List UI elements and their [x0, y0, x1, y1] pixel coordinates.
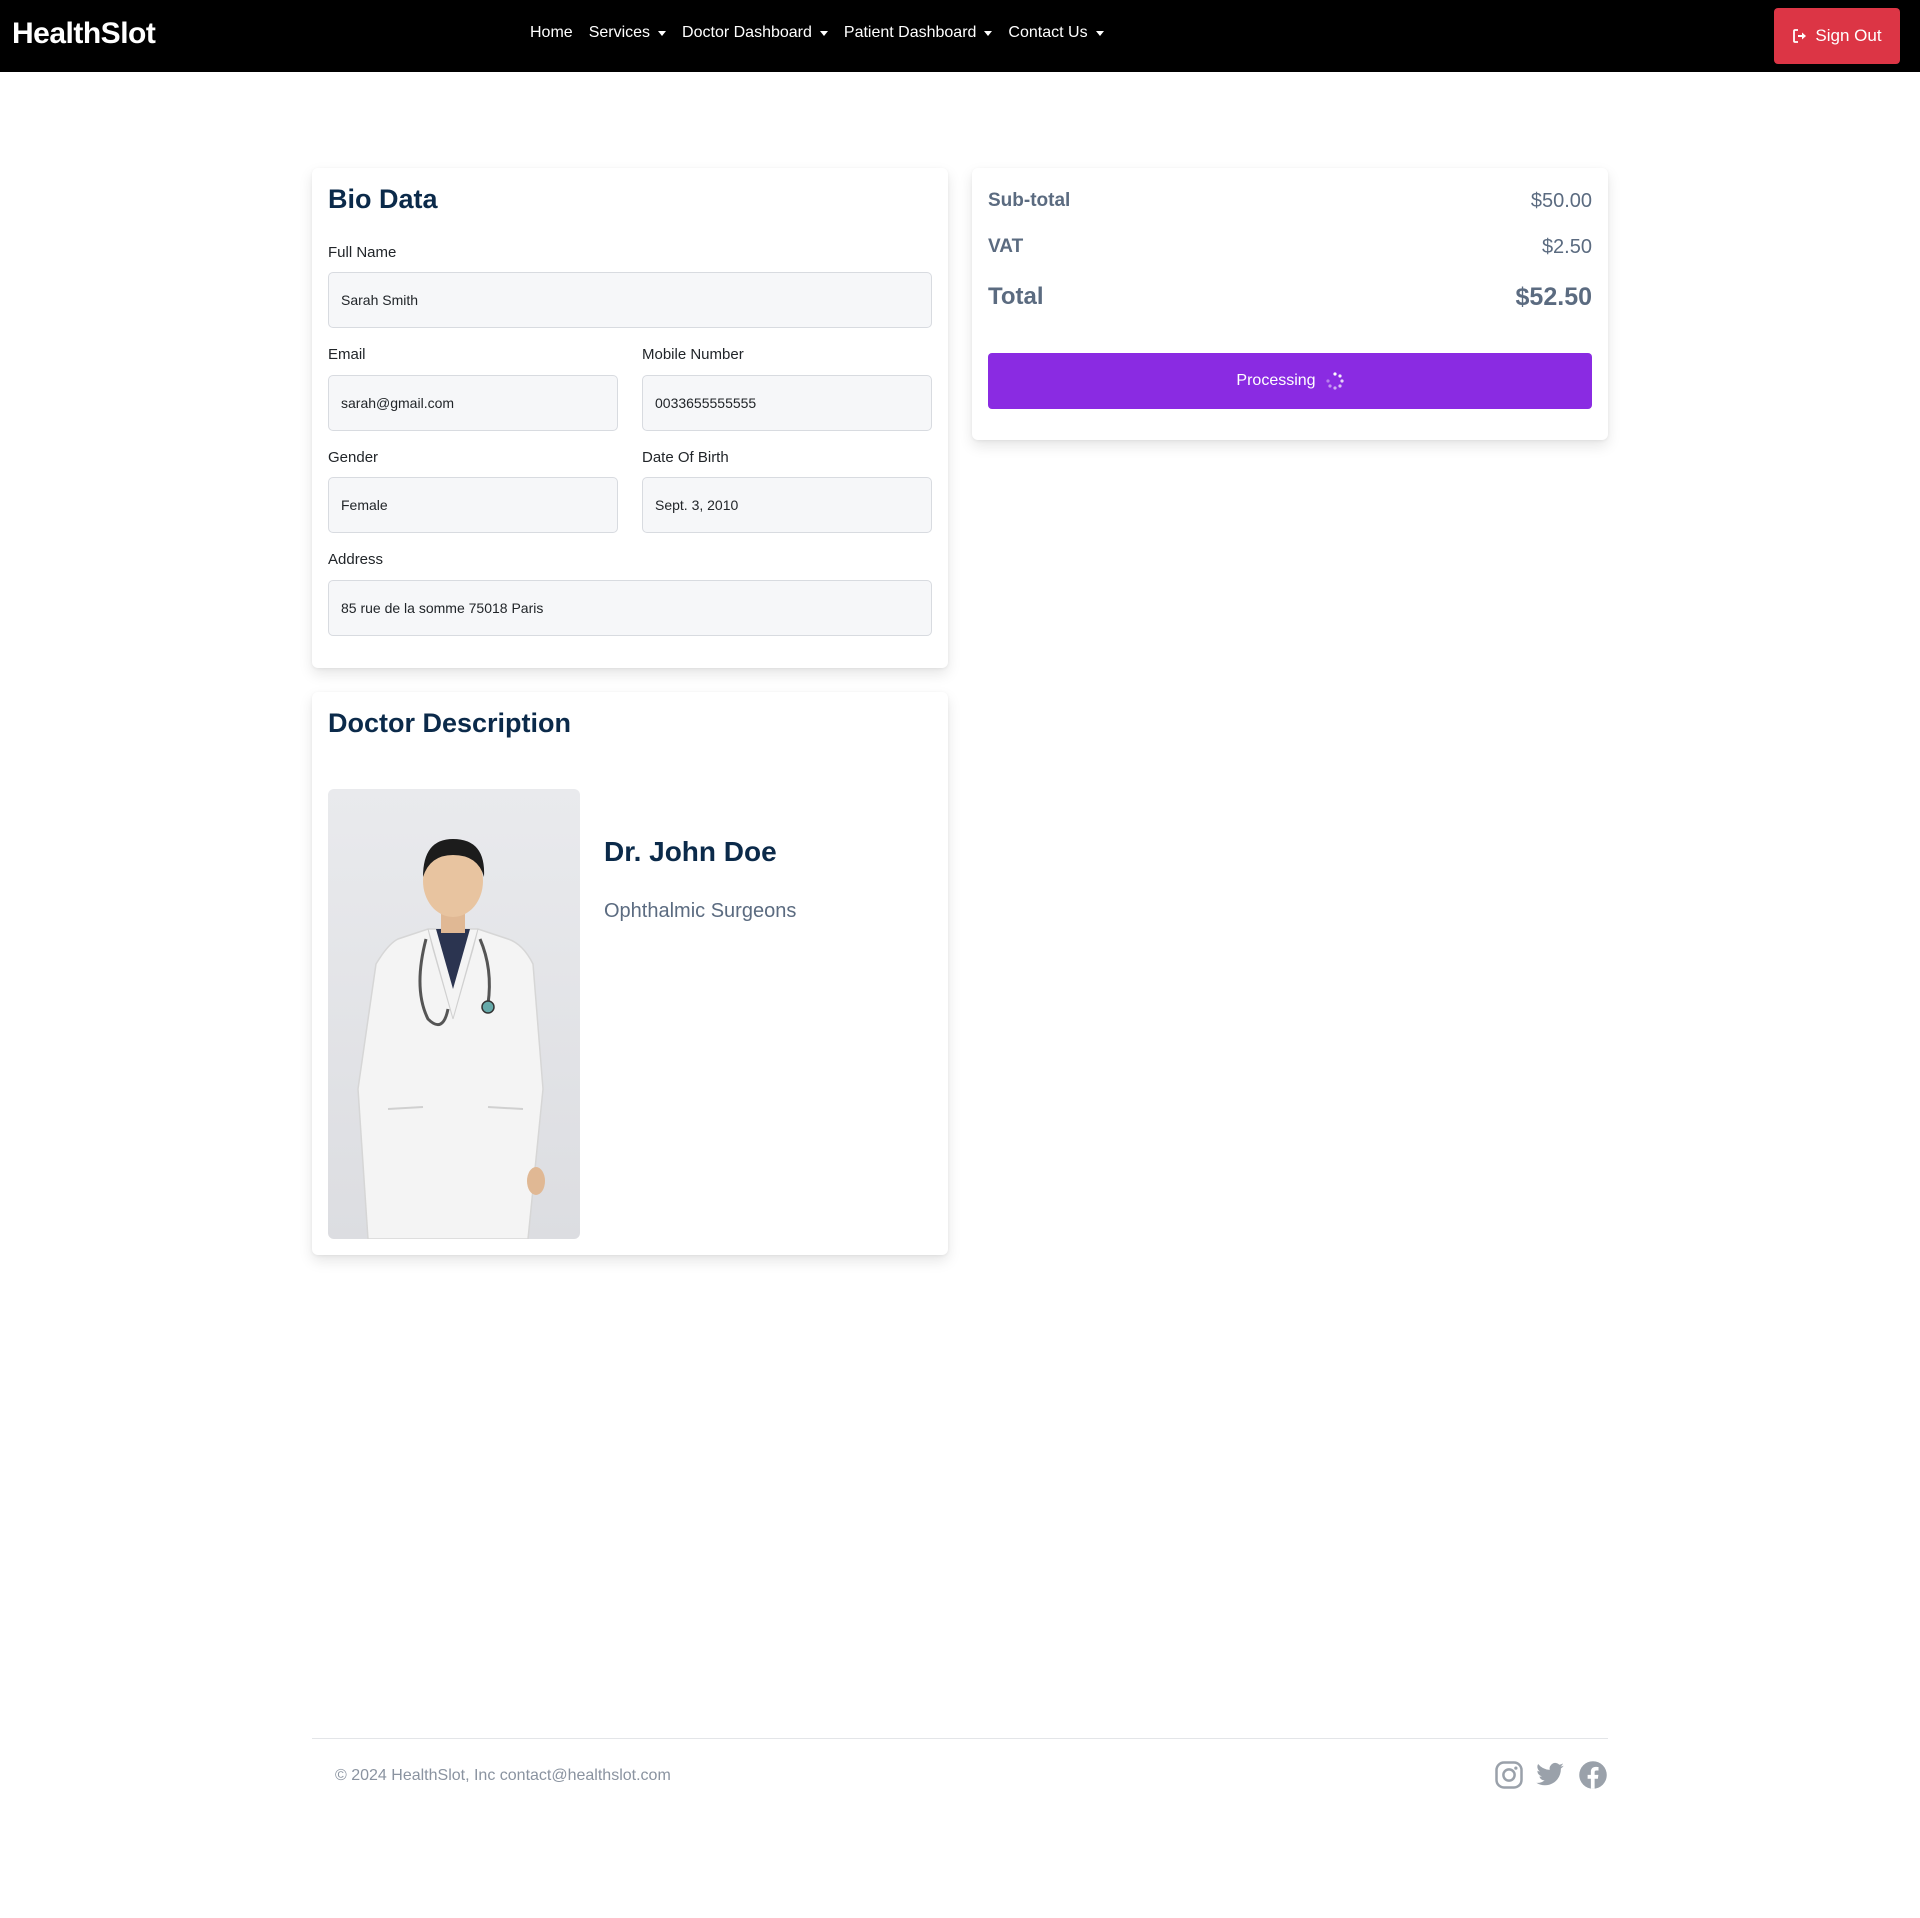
email-field[interactable]: sarah@gmail.com — [328, 375, 618, 431]
doctor-photo — [328, 789, 580, 1239]
vat-row: VAT $2.50 — [988, 234, 1592, 260]
sign-out-button[interactable]: Sign Out — [1774, 8, 1900, 64]
dob-field[interactable]: Sept. 3, 2010 — [642, 477, 932, 533]
total-row: Total $52.50 — [988, 280, 1592, 314]
doctor-figure-illustration — [357, 839, 545, 1239]
footer-divider — [312, 1738, 1608, 1739]
nav-links: Home Services Doctor Dashboard Patient D… — [530, 24, 1120, 42]
caret-down-icon — [1095, 30, 1104, 36]
nav-home-label: Home — [530, 24, 573, 41]
full-name-label: Full Name — [328, 244, 397, 261]
bio-data-title: Bio Data — [328, 184, 438, 214]
dob-label: Date Of Birth — [642, 449, 729, 466]
order-summary-card: Sub-total $50.00 VAT $2.50 Total $52.50 … — [972, 168, 1608, 440]
nav-services[interactable]: Services — [588, 24, 667, 42]
footer-copyright: © 2024 HealthSlot, Inc contact@healthslo… — [335, 1767, 671, 1784]
vat-value: $2.50 — [1541, 235, 1592, 258]
doctor-description-card: Doctor Description Dr. John Doe Ophthalm… — [312, 692, 948, 1255]
doctor-description-title: Doctor Description — [328, 708, 572, 738]
nav-doctor-dashboard[interactable]: Doctor Dashboard — [682, 24, 828, 42]
caret-down-icon — [984, 30, 993, 36]
email-label: Email — [328, 346, 366, 363]
spinner-icon — [1325, 372, 1344, 390]
bio-data-card: Bio Data Full Name Sarah Smith Email sar… — [312, 168, 948, 668]
full-name-field[interactable]: Sarah Smith — [328, 272, 932, 328]
total-value: $52.50 — [1515, 282, 1592, 311]
nav-patient-dashboard[interactable]: Patient Dashboard — [844, 24, 993, 42]
twitter-icon[interactable] — [1535, 1760, 1565, 1790]
mobile-label: Mobile Number — [642, 346, 744, 363]
total-label: Total — [988, 283, 1044, 310]
nav-home[interactable]: Home — [530, 24, 573, 42]
top-navbar: HealthSlot Home Services Doctor Dashboar… — [0, 0, 1920, 72]
sign-out-label: Sign Out — [1815, 26, 1882, 45]
nav-patient-dashboard-label: Patient Dashboard — [843, 24, 977, 41]
nav-services-label: Services — [588, 24, 651, 41]
facebook-icon[interactable] — [1578, 1760, 1608, 1790]
gender-field[interactable]: Female — [328, 477, 618, 533]
mobile-field[interactable]: 0033655555555 — [642, 375, 932, 431]
subtotal-row: Sub-total $50.00 — [988, 188, 1592, 214]
subtotal-label: Sub-total — [988, 190, 1071, 211]
instagram-icon[interactable] — [1494, 1760, 1524, 1790]
vat-label: VAT — [988, 236, 1024, 257]
caret-down-icon — [658, 30, 667, 36]
nav-contact-us-label: Contact Us — [1008, 24, 1088, 41]
nav-doctor-dashboard-label: Doctor Dashboard — [682, 24, 812, 41]
brand-logo[interactable]: HealthSlot — [12, 17, 156, 51]
address-field[interactable]: 85 rue de la somme 75018 Paris — [328, 580, 932, 636]
gender-label: Gender — [328, 449, 379, 466]
address-label: Address — [328, 551, 384, 568]
subtotal-value: $50.00 — [1530, 189, 1592, 212]
doctor-name: Dr. John Doe — [604, 836, 777, 867]
doctor-specialty: Ophthalmic Surgeons — [604, 900, 797, 922]
processing-button[interactable]: Processing — [988, 353, 1592, 409]
sign-out-icon — [1793, 29, 1807, 43]
processing-label: Processing — [1236, 372, 1316, 389]
nav-contact-us[interactable]: Contact Us — [1008, 24, 1104, 42]
caret-down-icon — [819, 30, 828, 36]
